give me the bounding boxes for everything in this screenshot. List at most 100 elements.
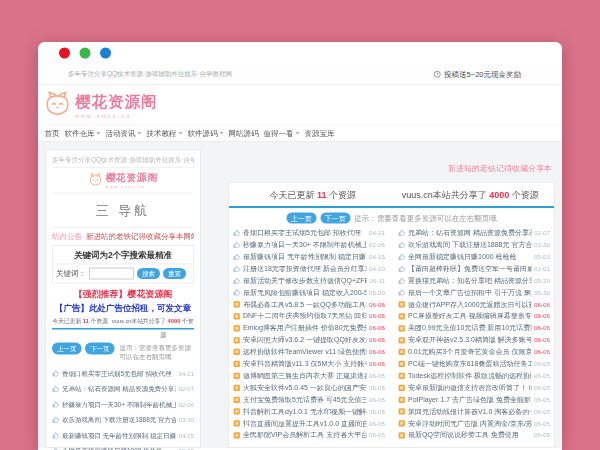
post-date: 03-30 [179,416,194,423]
post-item[interactable]: 微博晒图第三届生肖内衣大赛 正规渠道参与秒06-05 [233,370,385,382]
window-maximize-button[interactable] [100,48,111,59]
post-item[interactable]: 欢乐游戏离间 下载注册送1888元 官方合作03-30 [52,412,194,428]
post-item[interactable]: 全网最新稳定赚钱日赚1000 枪枪枪05-03 [52,443,194,450]
post-item[interactable]: 安卓双开神器v2.5.3.0精简版 解决多账号切换06-06 [398,334,550,346]
next-page-button[interactable]: 下一页 [85,343,115,355]
post-item[interactable]: 安卓抖音精简版v11.3 仅5M大小 支持账号登录06-06 [233,358,385,370]
post-item[interactable]: PotPlayer 1.7 去广告绿色版 免费全能影音播06-05 [398,394,550,406]
nav-item-2[interactable]: 软件仓库 [62,128,103,138]
nav-item-4[interactable]: 技术教程 [144,128,185,138]
box-icon [398,301,406,309]
window-close-button[interactable] [59,48,70,59]
post-item[interactable]: 【莆田超棒鞋联】免费送空军一号莆田威1970s01-01 [398,263,550,275]
post-date: 02-07 [179,385,194,392]
nav-item-8[interactable]: 资源宝库 [302,128,337,138]
post-item[interactable]: 最后一个文章广告位招租中 引千万流 聚八方05-30 [398,286,550,298]
post-item[interactable]: 兄弟站：钻石资源网 精品资源免费分享基地02-07 [398,227,550,239]
post-item[interactable]: 香烟口粮买零王试烟5元包邮 招收代理04-21 [52,366,194,382]
post-item[interactable]: 全民影院VIP会员解析工具 支持各大平台视频06-05 [233,429,385,441]
nav-item-3[interactable]: 活动资讯 [103,128,144,138]
post-date: 04-21 [369,229,385,236]
search-input[interactable] [89,268,134,280]
post-item[interactable]: 安卓闪照大师v3.6.2 一键提取QQ好友发的闪照06-06 [233,334,385,346]
post-title: 抖音解析工具dy1.0.1 无水印视频一键解析软件 [243,407,367,416]
post-date: 06-05 [534,384,550,391]
post-item[interactable]: PC端一键抢购京东618叠蛋糕活动任务工具06-05 [398,358,550,370]
search-panel: 关键词为2个字搜索最精准 关键词： 搜索 重置 [52,245,194,284]
post-item[interactable]: 秒赚暴力项目一天30+ 不限制年龄机械上手02-06 [233,239,385,251]
reset-button[interactable]: 重置 [163,268,186,279]
post-date: 06-06 [369,313,385,320]
post-item[interactable]: 注册送18元零投资做代理 新会员分红享100004-10 [233,263,385,275]
post-item[interactable]: 秒赚暴力项目一天30+ 不限制年龄机械上手02-06 [52,397,194,413]
box-icon [233,336,241,344]
nav-item-1[interactable]: 首页 [42,128,62,138]
post-item[interactable]: 香烟口粮买零王试烟5元包邮 招收代理04-21 [233,227,385,239]
post-title: 欢乐游戏离间 下载注册送1888元 官方合作 [408,240,532,249]
post-item[interactable]: 置换猫兄弟站：知名分享吧 精品资源分享基地05-20 [398,275,550,287]
post-item[interactable]: 策回兄活动线报计算器V1.0 淘客必备的一款软06-05 [398,405,550,417]
nav-item-7[interactable]: 值得一看 [261,128,302,138]
post-date: 04-21 [179,370,194,377]
sidebar-pager: 上一页 下一页 提示：需要查看更多资源可以在左右翻页哦 [52,343,194,362]
post-item[interactable]: PC屏摄整好友工具 视频编辑屏幕整蛊专家 改06-06 [398,310,550,322]
post-item[interactable]: 抖音解析工具dy1.0.1 无水印视频一键解析软件06-05 [233,405,385,417]
box-icon [398,336,406,344]
ad-slot-link[interactable]: 【广告】此处广告位招租，可发文章 [52,303,194,315]
prev-page-button[interactable]: 上一页 [286,213,316,224]
box-icon [398,408,406,416]
thumb-icon [398,277,406,285]
thumb-icon [233,241,241,249]
post-item[interactable]: Emlog博客用户注册插件 价值80元免费分享06-06 [233,322,385,334]
post-item[interactable]: 最新赚钱项目 无年龄性别限制 稳定日赚04-15 [52,428,194,444]
sidebar-logo: 樱花资源阁 www.vuus.cn [52,168,194,194]
post-item[interactable]: 安卓浮动时间无广告版 内置淘金/京东/苏宁/拼06-05 [398,417,550,429]
sidebar-logo-title[interactable]: 樱花资源阁 [106,171,159,185]
post-column-right: 兄弟站：钻石资源网 精品资源免费分享基地02-07欢乐游戏离间 下载注册送188… [398,227,550,441]
post-item[interactable]: 最新赚钱项目 无年龄性别限制 稳定日赚300+04-15 [233,251,385,263]
post-item[interactable]: 欢乐游戏离间 下载注册送1888元 官方合作03-30 [398,239,550,251]
post-date: 06-06 [369,325,385,332]
post-title: 香烟口粮买零王试烟5元包邮 招收代理 [62,369,176,378]
post-item[interactable]: 美团0.99元充值10元话费 新用10元话费秒到06-06 [398,322,550,334]
nav-item-6[interactable]: 网站源码 [226,128,261,138]
post-item[interactable]: 安卓最新版的微信支持语音改听筒了！ iOS版06-05 [398,382,550,394]
box-icon [233,408,241,416]
site-logo-title[interactable]: 樱花资源阁 [75,91,158,112]
reward-link[interactable]: 投稿送5~20元现金奖励 [434,69,521,79]
post-title: 布偶必备工具v5.8.5 一款QQ多功能工具软件 [243,300,367,309]
search-button[interactable]: 搜索 [137,268,160,279]
post-item[interactable]: 兄弟站：钻石资源网 精品资源免费分享基地02-07 [52,381,194,397]
next-page-button[interactable]: 下一页 [320,213,350,224]
post-title: 美团0.99元充值10元话费 新用10元话费秒到 [408,324,532,333]
post-title: 抖音直播间放置提升工具v1.0.0 直播间自动发 [243,419,367,428]
post-item[interactable]: 最新无风险包赔赚钱项目 稳定收入200-500元05-20 [233,286,385,298]
post-date: 06-06 [534,337,550,344]
thumb-icon [233,265,241,273]
post-title: 微博晒图第三届生肖内衣大赛 正规渠道参与秒 [243,371,367,380]
prev-page-button[interactable]: 上一页 [52,343,82,355]
post-item[interactable]: 远程协助软件TeamViewer v11 绿色便携版 方便06-06 [233,346,385,358]
post-item[interactable]: 火狐安全软件v5.0.45 一款良心的国产安全软件06-05 [233,382,385,394]
post-item[interactable]: 0.01元购买3个月爱奇艺黄金会员 仅限京东plus06-06 [398,346,550,358]
post-item[interactable]: 最新活动关于修改步数支持微信QQ+ZFB步06-11 [233,275,385,287]
recommend-ad[interactable]: 【强烈推荐】樱花资源阁 [52,288,194,300]
post-item[interactable]: Todesk远程控制软件 极致流畅的远程协助工具06-05 [398,370,550,382]
post-date: 06-06 [369,348,385,355]
post-item[interactable]: 最新QQ空间说说秒赞工具 免费使用06-05 [398,429,550,441]
post-title: 全网最新稳定赚钱日赚1000 枪枪枪 [408,252,532,261]
post-item[interactable]: 布偶必备工具v5.8.5 一款QQ多功能工具软件06-06 [233,298,385,310]
post-item[interactable]: 全网最新稳定赚钱日赚1000 枪枪枪05-03 [398,251,550,263]
post-title: 最新赚钱项目 无年龄性别限制 稳定日赚300+ [243,252,367,261]
window-minimize-button[interactable] [80,48,91,59]
post-date: 06-06 [369,301,385,308]
post-item[interactable]: 微众银行APP存入1000元返赠次日可以获得现06-06 [398,298,550,310]
post-item[interactable]: DNF十二周年庆典预约领取7天黑钻 回归用户06-06 [233,310,385,322]
sidebar-nav-toggle[interactable]: 三 导航 [52,194,194,229]
thumb-icon [52,401,60,409]
post-item[interactable]: 抖音直播间放置提升工具v1.0.0 直播间自动发06-05 [233,417,385,429]
nav-item-5[interactable]: 软件源码 [185,128,226,138]
post-item[interactable]: 支付宝免费领取5元话费券 可45元充值三网5006-05 [233,394,385,406]
post-date: 06-06 [534,313,550,320]
post-title: Emlog博客用户注册插件 价值80元免费分享 [243,324,367,333]
